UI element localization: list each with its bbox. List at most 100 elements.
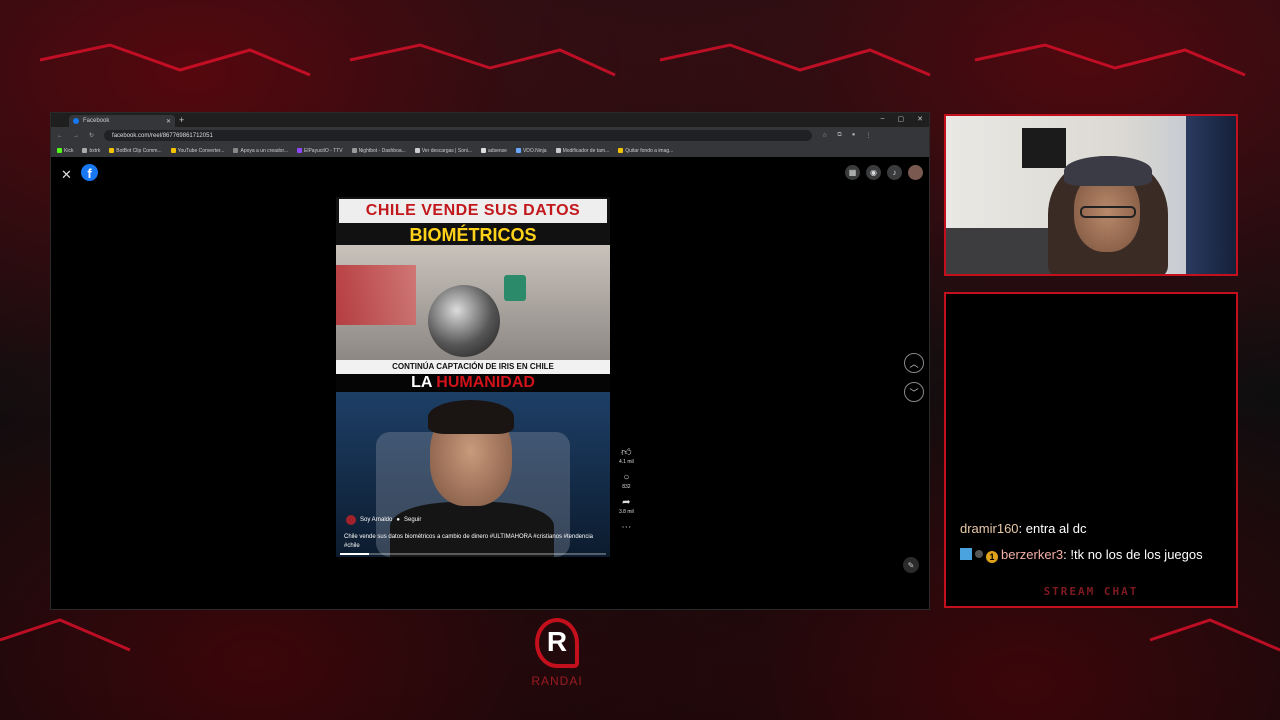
overlay-text: LA HUMANIDAD — [336, 374, 610, 392]
chat-message: 1 berzerker3: !tk no los de los juegos — [960, 546, 1226, 564]
browser-window: Facebook ✕ + – ▢ ✕ ← → ↻ facebook.com/re… — [50, 112, 930, 610]
bookmark-label: ElPayucitO - TTV — [304, 147, 343, 154]
forward-icon[interactable]: → — [73, 133, 79, 139]
more-icon: ⋯ — [621, 522, 632, 533]
comment-icon: ○ — [623, 472, 630, 483]
notifications-bell-icon[interactable]: ♪ — [887, 165, 902, 180]
bookmark-label: VDO.Ninja — [522, 147, 547, 154]
bookmark-label: Nightbot - Dashboa... — [358, 147, 406, 154]
browser-tab[interactable]: Facebook ✕ — [69, 115, 175, 127]
close-window-icon[interactable]: ✕ — [917, 115, 923, 123]
chat-text: : entra al dc — [1018, 521, 1087, 536]
edit-icon[interactable]: ✎ — [903, 557, 919, 573]
stream-chat: dramir160: entra al dc 1 berzerker3: !tk … — [944, 292, 1238, 608]
sofa — [946, 228, 1056, 274]
chevron-down-icon: ﹀ — [909, 387, 919, 398]
profile-avatar[interactable] — [908, 165, 923, 180]
news-caption: CONTINÚA CAPTACIÓN DE IRIS EN CHILE — [336, 360, 610, 374]
address-bar-row: ← → ↻ facebook.com/reel/867769861712051 … — [51, 127, 929, 144]
brand-name: RANDAI — [531, 674, 583, 688]
facebook-reel-page: ✕ f ▦ ◉ ♪ CHILE VENDE SUS DATOS BIOMÉTRI… — [51, 157, 929, 609]
close-reel-icon[interactable]: ✕ — [61, 167, 72, 183]
bookmark-item[interactable]: Nightbot - Dashboa... — [351, 147, 406, 154]
tv — [1022, 128, 1066, 168]
bookmark-item[interactable]: YouTube Converter... — [170, 148, 224, 154]
facebook-logo-icon[interactable]: f — [81, 164, 98, 181]
news-clip — [336, 245, 610, 360]
bookmark-label: bxtrk — [89, 147, 101, 154]
author-avatar[interactable] — [346, 515, 356, 525]
bookmark-item[interactable]: ElPayucitO - TTV — [297, 148, 343, 154]
url-text: facebook.com/reel/867769861712051 — [112, 132, 213, 139]
bookmark-label: Kick — [64, 147, 74, 154]
like-button[interactable]: 👍︎ 4.1 mil — [619, 447, 634, 465]
overlay-text-red: HUMANIDAD — [436, 374, 535, 391]
comment-count: 832 — [622, 484, 631, 490]
overlay-text-white: LA — [411, 374, 437, 391]
bookmark-item[interactable]: bxtrk — [82, 148, 100, 154]
bookmark-label: adsense — [488, 147, 507, 154]
profile-icon[interactable]: ● — [852, 132, 856, 139]
reload-icon[interactable]: ↻ — [89, 132, 94, 139]
chat-username: dramir160 — [960, 521, 1019, 536]
like-icon: 👍︎ — [621, 447, 632, 458]
share-icon: ➦ — [622, 497, 631, 508]
url-field[interactable]: facebook.com/reel/867769861712051 — [104, 130, 813, 141]
next-reel-button[interactable]: ﹀ — [904, 382, 924, 402]
bookmark-item[interactable]: Modificador de tam... — [555, 147, 610, 154]
bookmark-item[interactable]: BotBot Clip Comm... — [109, 148, 162, 154]
like-count: 4.1 mil — [619, 459, 634, 465]
streamer-bandana — [1064, 156, 1152, 186]
follow-button[interactable]: Seguir — [404, 517, 421, 523]
bookmark-item[interactable]: adsense — [481, 148, 507, 154]
reel-video[interactable]: CHILE VENDE SUS DATOS BIOMÉTRICOS CONTIN… — [336, 197, 610, 557]
verified-icon: ● — [396, 517, 400, 523]
streamer-glasses — [1080, 206, 1136, 218]
progress-fill — [340, 553, 370, 555]
reel-actions: 👍︎ 4.1 mil ○ 832 ➦ 3.8 mil ⋯ — [619, 447, 634, 533]
window-controls: – ▢ ✕ — [881, 115, 923, 123]
brand-logo-icon: R — [535, 618, 579, 668]
menu-icon[interactable]: ⋮ — [865, 132, 871, 139]
creator-hair — [428, 400, 514, 434]
reel-description: Chile vende sus datos biométricos a camb… — [344, 534, 594, 549]
bookmark-star-icon[interactable]: ☆ — [822, 132, 827, 139]
messenger-icon[interactable]: ◉ — [866, 165, 881, 180]
iris-scanner-orb — [428, 285, 500, 357]
bookmark-item[interactable]: VDO.Ninja — [515, 147, 547, 154]
prime-badge-icon — [960, 548, 972, 560]
menu-grid-icon[interactable]: ▦ — [845, 165, 860, 180]
tab-title: Facebook — [83, 118, 110, 124]
microphone — [504, 275, 526, 301]
bookmark-item[interactable]: Quitar fondo a imag... — [618, 148, 673, 154]
share-count: 3.8 mil — [619, 509, 634, 515]
bookmark-label: Apoya a un creador... — [240, 147, 289, 154]
reel-headline: CHILE VENDE SUS DATOS — [339, 199, 607, 223]
chevron-up-icon: ︿ — [909, 358, 919, 369]
chat-text: : !tk no los de los juegos — [1063, 547, 1203, 562]
maximize-icon[interactable]: ▢ — [898, 115, 905, 123]
new-tab-icon[interactable]: + — [179, 115, 184, 125]
previous-reel-button[interactable]: ︿ — [904, 353, 924, 373]
share-button[interactable]: ➦ 3.8 mil — [619, 497, 634, 515]
bookmark-item[interactable]: Kick — [57, 148, 73, 154]
extensions-icon[interactable]: ⧉ — [837, 132, 841, 139]
bookmark-label: Quitar fondo a imag... — [625, 147, 674, 154]
more-options-button[interactable]: ⋯ — [621, 522, 631, 533]
minimize-icon[interactable]: – — [881, 115, 885, 123]
facebook-top-actions: ▦ ◉ ♪ — [845, 165, 923, 180]
progress-track[interactable] — [340, 553, 606, 555]
curtain — [1186, 116, 1236, 274]
bookmark-item[interactable]: Apoya a un creador... — [233, 148, 288, 154]
tab-close-icon[interactable]: ✕ — [166, 118, 171, 125]
bookmark-item[interactable]: Ver descargas | Soni... — [414, 147, 473, 154]
news-background-chairs — [336, 265, 416, 325]
bookmark-label: Ver descargas | Soni... — [421, 147, 473, 154]
bookmark-label: Modificador de tam... — [562, 147, 610, 154]
bookmarks-bar: Kick bxtrk BotBot Clip Comm... YouTube C… — [51, 144, 929, 158]
streamer-webcam — [944, 114, 1238, 276]
back-icon[interactable]: ← — [57, 133, 63, 139]
comment-button[interactable]: ○ 832 — [622, 472, 630, 490]
dot-badge-icon — [975, 550, 983, 558]
author-name[interactable]: Soy Arnaldo — [360, 517, 392, 523]
